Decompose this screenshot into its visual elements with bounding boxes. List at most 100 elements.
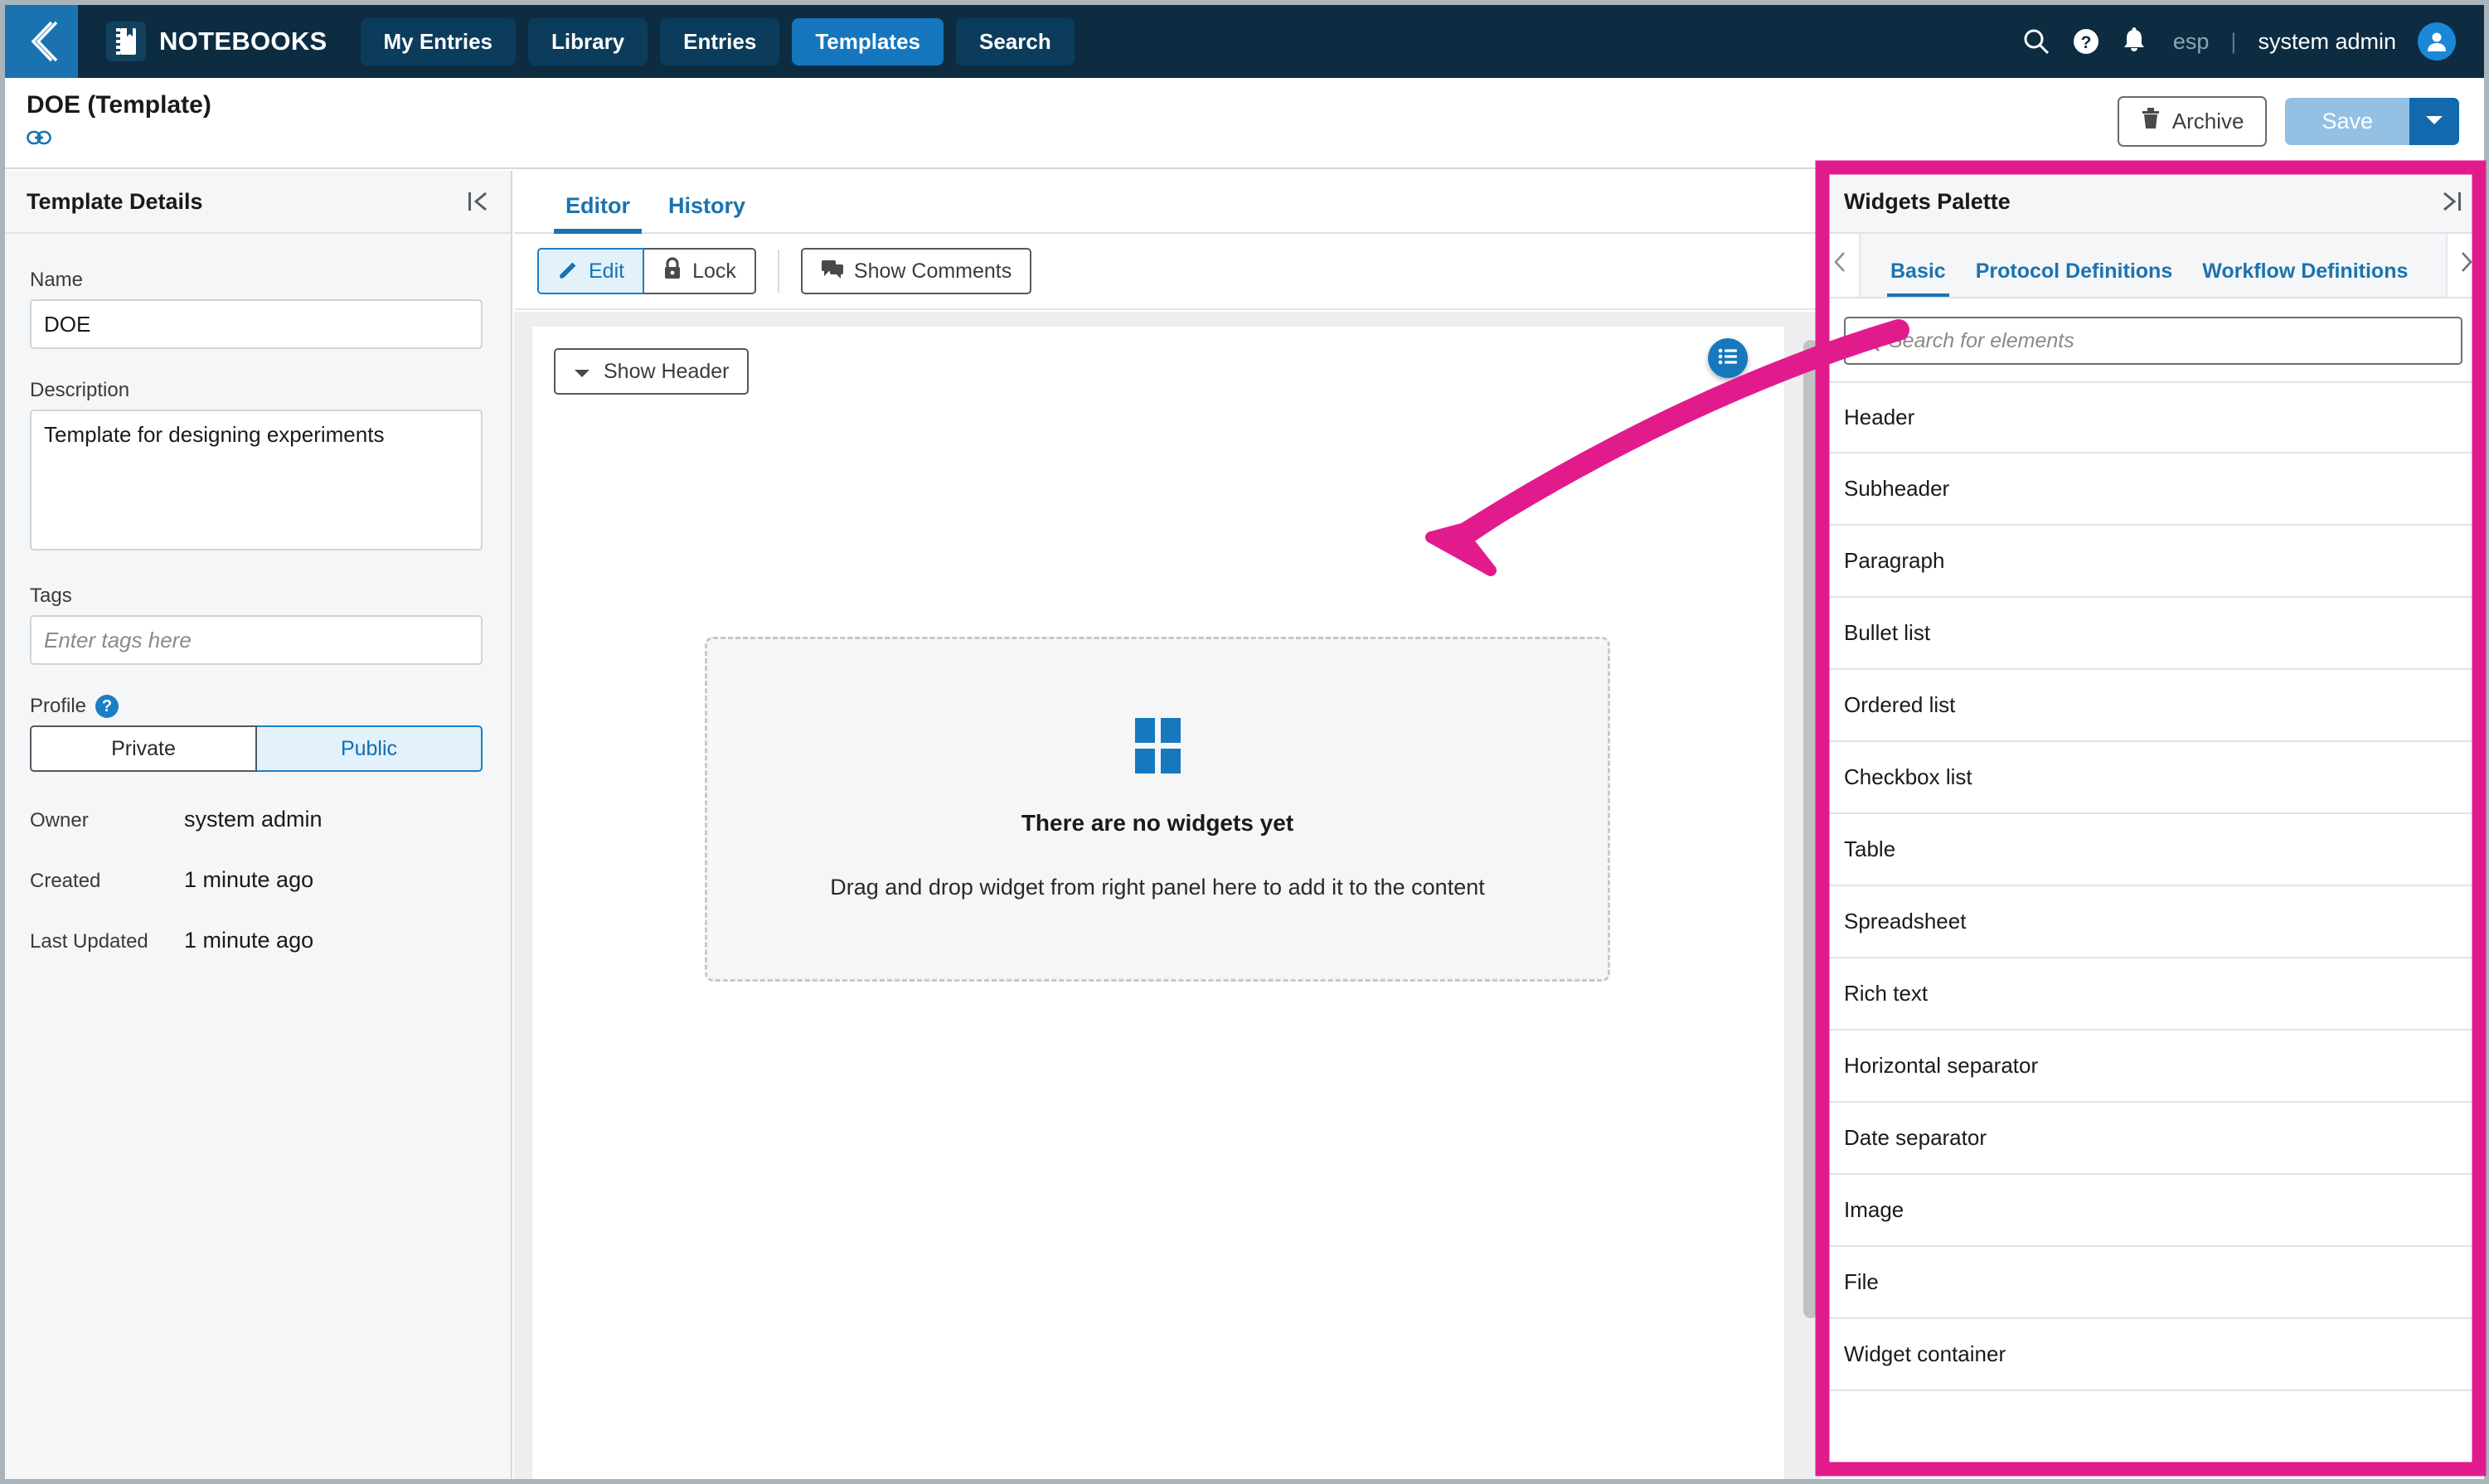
palette-item-horizontal-separator[interactable]: Horizontal separator — [1822, 1031, 2484, 1103]
palette-item-subheader[interactable]: Subheader — [1822, 453, 2484, 526]
save-button[interactable]: Save — [2285, 98, 2409, 145]
palette-item-date-separator[interactable]: Date separator — [1822, 1103, 2484, 1175]
comment-icon — [821, 259, 844, 284]
nav-tab-library[interactable]: Library — [528, 17, 648, 65]
widgets-palette-header: Widgets Palette — [1822, 171, 2484, 234]
nav-tab-templates[interactable]: Templates — [792, 17, 944, 65]
chevron-down-icon — [2425, 114, 2443, 129]
profile-label: Profile — [30, 695, 87, 717]
show-header-label: Show Header — [604, 359, 730, 383]
collapse-left-icon[interactable] — [468, 190, 489, 213]
owner-label: Owner — [30, 809, 89, 832]
palette-item-table[interactable]: Table — [1822, 814, 2484, 886]
locale-label[interactable]: esp — [2173, 29, 2210, 55]
link-icon[interactable] — [27, 129, 51, 150]
palette-item-rich-text[interactable]: Rich text — [1822, 958, 2484, 1031]
edit-label: Edit — [589, 259, 625, 283]
application-window: NOTEBOOKS My Entries Library Entries Tem… — [5, 5, 2484, 1479]
widgets-palette-panel: Widgets Palette Basic Protocol Definitio… — [1822, 171, 2484, 1479]
list-icon — [1717, 347, 1739, 370]
nav-tab-my-entries[interactable]: My Entries — [360, 17, 516, 65]
user-avatar-icon[interactable] — [2418, 22, 2456, 61]
editor-canvas-area: Show Header There are no widgets yet Dra… — [514, 312, 1821, 1479]
archive-button[interactable]: Archive — [2117, 96, 2268, 147]
palette-item-widget-container[interactable]: Widget container — [1822, 1319, 2484, 1391]
palette-tab-protocol-definitions[interactable]: Protocol Definitions — [1961, 259, 2188, 297]
search-icon — [1859, 331, 1880, 356]
back-button[interactable] — [5, 5, 78, 78]
chevron-right-icon — [2458, 251, 2473, 279]
profile-option-private[interactable]: Private — [30, 725, 257, 772]
list-fab-button[interactable] — [1708, 338, 1748, 378]
palette-tab-bar: Basic Protocol Definitions Workflow Defi… — [1822, 234, 2484, 298]
empty-state-subtitle: Drag and drop widget from right panel he… — [830, 875, 1485, 900]
tags-label: Tags — [30, 584, 72, 607]
palette-prev-arrow[interactable] — [1822, 234, 1861, 297]
pencil-icon — [557, 258, 579, 285]
lock-button[interactable]: Lock — [644, 248, 756, 294]
palette-item-file[interactable]: File — [1822, 1247, 2484, 1319]
name-input[interactable] — [30, 299, 483, 349]
last-updated-label: Last Updated — [30, 930, 148, 953]
show-comments-label: Show Comments — [853, 259, 1012, 283]
tags-input[interactable] — [30, 615, 483, 665]
document-surface: Show Header There are no widgets yet Dra… — [532, 327, 1784, 1479]
brand: NOTEBOOKS — [106, 22, 328, 61]
description-textarea[interactable] — [30, 410, 483, 550]
palette-item-checkbox-list[interactable]: Checkbox list — [1822, 742, 2484, 814]
help-circle-icon[interactable]: ? — [2072, 27, 2100, 56]
save-dropdown-button[interactable] — [2409, 98, 2459, 145]
nav-tab-entries[interactable]: Entries — [660, 17, 780, 65]
editor-scrollbar[interactable] — [1799, 320, 1821, 1472]
show-comments-button[interactable]: Show Comments — [800, 248, 1032, 294]
template-details-panel: Template Details Name Description Tags P… — [5, 171, 512, 1479]
tab-editor[interactable]: Editor — [554, 193, 642, 234]
palette-item-paragraph[interactable]: Paragraph — [1822, 526, 2484, 598]
palette-tabs: Basic Protocol Definitions Workflow Defi… — [1861, 234, 2446, 297]
name-label: Name — [30, 269, 84, 291]
page-title-bar: DOE (Template) Archive Save — [5, 78, 2484, 169]
title-actions: Archive Save — [2117, 96, 2459, 147]
palette-tab-basic[interactable]: Basic — [1875, 259, 1961, 297]
lock-icon — [662, 256, 682, 286]
show-header-button[interactable]: Show Header — [554, 348, 750, 395]
template-details-header: Template Details — [5, 171, 511, 234]
chevron-left-icon — [1833, 251, 1848, 279]
palette-search-input[interactable] — [1889, 328, 2461, 353]
search-icon[interactable] — [2022, 27, 2050, 56]
palette-search-box[interactable] — [1844, 317, 2462, 365]
palette-item-ordered-list[interactable]: Ordered list — [1822, 670, 2484, 742]
profile-label-row: Profile ? — [30, 695, 486, 718]
nav-tab-search[interactable]: Search — [956, 17, 1075, 65]
editor-scrollbar-thumb[interactable] — [1803, 340, 1818, 1318]
palette-search-wrap — [1822, 298, 2484, 381]
palette-item-bullet-list[interactable]: Bullet list — [1822, 598, 2484, 670]
palette-item-image[interactable]: Image — [1822, 1175, 2484, 1247]
brand-label: NOTEBOOKS — [159, 27, 328, 56]
last-updated-value: 1 minute ago — [184, 928, 314, 953]
tab-history[interactable]: History — [657, 193, 757, 232]
palette-next-arrow[interactable] — [2446, 234, 2484, 297]
palette-item-header[interactable]: Header — [1822, 381, 2484, 453]
created-label: Created — [30, 870, 101, 892]
profile-option-public[interactable]: Public — [257, 725, 483, 772]
save-button-group: Save — [2285, 98, 2459, 145]
meta-row-created: Created 1 minute ago — [30, 867, 486, 893]
page-title: DOE (Template) — [27, 91, 211, 119]
palette-widget-list: Header Subheader Paragraph Bullet list O… — [1822, 381, 2484, 1391]
user-name-label[interactable]: system admin — [2258, 29, 2396, 55]
archive-label: Archive — [2171, 109, 2244, 133]
toolbar-divider — [777, 250, 779, 293]
owner-value: system admin — [184, 807, 323, 832]
edit-lock-group: Edit Lock — [537, 248, 756, 294]
notification-bell-icon[interactable] — [2122, 27, 2147, 56]
trash-icon — [2141, 107, 2161, 136]
help-circle-icon[interactable]: ? — [95, 695, 119, 718]
drop-zone[interactable]: There are no widgets yet Drag and drop w… — [705, 637, 1610, 982]
edit-button[interactable]: Edit — [537, 248, 645, 294]
widgets-grid-icon — [1134, 718, 1181, 774]
palette-item-spreadsheet[interactable]: Spreadsheet — [1822, 886, 2484, 958]
expand-right-icon[interactable] — [2441, 190, 2462, 213]
palette-tab-workflow-definitions[interactable]: Workflow Definitions — [2187, 259, 2423, 297]
svg-text:?: ? — [2080, 33, 2091, 52]
